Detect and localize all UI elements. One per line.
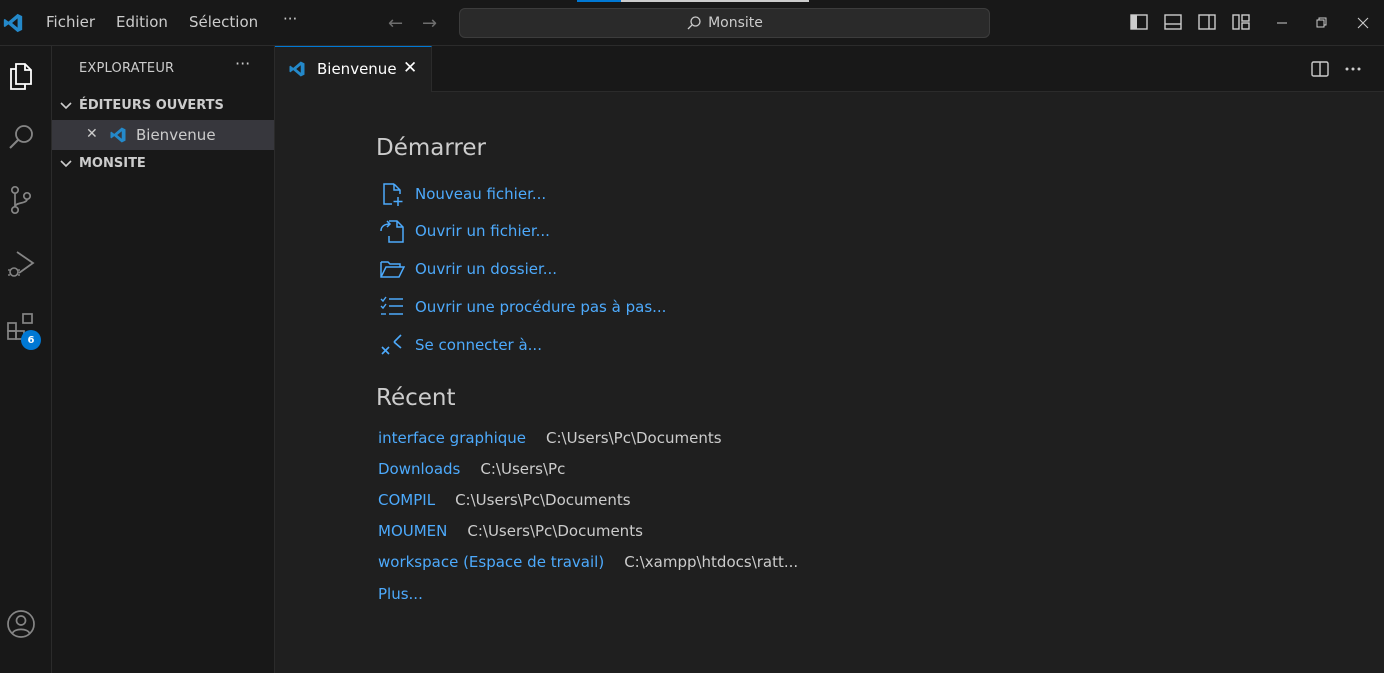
recent-item-name[interactable]: MOUMEN: [378, 522, 447, 540]
recent-item-name[interactable]: workspace (Espace de travail): [378, 553, 604, 571]
start-new-file[interactable]: Nouveau fichier...: [379, 180, 546, 208]
open-folder-icon: [380, 261, 405, 278]
menu-more[interactable]: ···: [283, 10, 297, 28]
start-heading: Démarrer: [376, 135, 486, 161]
start-connect[interactable]: Se connecter à...: [379, 331, 542, 359]
extensions-badge: 6: [21, 330, 41, 350]
recent-item-name[interactable]: Downloads: [378, 460, 460, 478]
split-editor-icon[interactable]: [1310, 59, 1330, 79]
title-progress-indicator: [577, 0, 621, 2]
explorer-icon[interactable]: [5, 60, 37, 92]
editor-tab-bar: Bienvenue ✕: [275, 46, 1384, 92]
menu-selection[interactable]: Sélection: [189, 13, 258, 31]
tab-label: Bienvenue: [317, 60, 397, 78]
recent-item-name[interactable]: COMPIL: [378, 491, 435, 509]
source-control-icon[interactable]: [5, 184, 37, 216]
welcome-page: Démarrer Nouveau fichier... Ouvrir un fi…: [275, 92, 1384, 673]
start-open-file-link[interactable]: Ouvrir un fichier...: [415, 222, 550, 240]
search-icon: [687, 16, 701, 30]
toggle-primary-sidebar-icon[interactable]: [1129, 12, 1149, 32]
chevron-down-icon: [60, 160, 72, 168]
menu-edition[interactable]: Edition: [116, 13, 168, 31]
close-editor-icon[interactable]: ✕: [86, 126, 98, 142]
recent-item[interactable]: MOUMEN C:\Users\Pc\Documents: [378, 520, 643, 542]
vscode-logo-icon: [3, 13, 23, 33]
tab-close-icon[interactable]: ✕: [403, 58, 417, 78]
sidebar-title: EXPLORATEUR: [79, 61, 175, 76]
remote-icon: [381, 334, 402, 355]
recent-item[interactable]: interface graphique C:\Users\Pc\Document…: [378, 427, 722, 449]
accounts-icon[interactable]: [5, 608, 37, 640]
toggle-panel-icon[interactable]: [1163, 12, 1183, 32]
more-actions-icon[interactable]: [1343, 59, 1363, 79]
sidebar-more-button[interactable]: ···: [235, 54, 250, 73]
explorer-sidebar: EXPLORATEUR ··· ÉDITEURS OUVERTS ✕ Bienv…: [52, 46, 275, 673]
customize-layout-icon[interactable]: [1231, 12, 1251, 32]
recent-item-path: C:\Users\Pc\Documents: [467, 522, 643, 540]
start-connect-link[interactable]: Se connecter à...: [415, 336, 542, 354]
recent-item-path: C:\xampp\htdocs\ratt...: [624, 553, 799, 571]
start-open-folder-link[interactable]: Ouvrir un dossier...: [415, 260, 557, 278]
start-open-folder[interactable]: Ouvrir un dossier...: [379, 255, 557, 283]
chevron-down-icon: [60, 102, 72, 110]
start-open-file[interactable]: Ouvrir un fichier...: [379, 217, 550, 245]
toggle-secondary-sidebar-icon[interactable]: [1197, 12, 1217, 32]
start-new-file-link[interactable]: Nouveau fichier...: [415, 185, 546, 203]
open-editor-item[interactable]: ✕ Bienvenue: [52, 120, 274, 150]
recent-more[interactable]: Plus...: [378, 583, 443, 605]
recent-item-name[interactable]: interface graphique: [378, 429, 526, 447]
open-file-icon: [380, 220, 404, 243]
recent-item[interactable]: Downloads C:\Users\Pc: [378, 458, 565, 480]
command-center-text: Monsite: [708, 15, 763, 31]
open-editors-label: ÉDITEURS OUVERTS: [79, 97, 224, 113]
vscode-file-icon: [110, 127, 126, 143]
open-editors-section-header[interactable]: ÉDITEURS OUVERTS: [58, 94, 224, 116]
run-debug-icon[interactable]: [5, 248, 37, 280]
close-window-icon[interactable]: [1354, 14, 1372, 32]
minimize-icon[interactable]: [1273, 14, 1291, 32]
recent-item-path: C:\Users\Pc\Documents: [546, 429, 722, 447]
search-view-icon[interactable]: [5, 122, 37, 154]
recent-item[interactable]: workspace (Espace de travail) C:\xampp\h…: [378, 551, 798, 573]
start-walkthrough[interactable]: Ouvrir une procédure pas à pas...: [379, 293, 666, 321]
recent-item[interactable]: COMPIL C:\Users\Pc\Documents: [378, 489, 631, 511]
activity-bar: 6: [0, 46, 52, 673]
start-walkthrough-link[interactable]: Ouvrir une procédure pas à pas...: [415, 298, 666, 316]
open-editor-label: Bienvenue: [136, 126, 216, 144]
checklist-icon: [380, 296, 403, 315]
folder-section-header[interactable]: MONSITE: [58, 152, 146, 174]
menu-fichier[interactable]: Fichier: [46, 13, 95, 31]
folder-label: MONSITE: [79, 155, 146, 171]
forward-arrow-icon[interactable]: →: [422, 13, 437, 34]
recent-item-path: C:\Users\Pc\Documents: [455, 491, 631, 509]
tab-bienvenue[interactable]: Bienvenue ✕: [275, 46, 432, 92]
recent-item-path: C:\Users\Pc: [480, 460, 566, 478]
title-bar: Fichier Edition Sélection ··· ← → Monsit…: [0, 0, 1384, 46]
new-file-icon: [383, 183, 403, 206]
restore-icon[interactable]: [1312, 14, 1330, 32]
recent-heading: Récent: [376, 385, 456, 411]
recent-more-link[interactable]: Plus...: [378, 585, 423, 603]
vscode-file-icon: [289, 61, 305, 77]
back-arrow-icon[interactable]: ←: [388, 13, 403, 34]
title-progress-track: [621, 0, 809, 2]
command-center-search[interactable]: Monsite: [459, 8, 990, 38]
